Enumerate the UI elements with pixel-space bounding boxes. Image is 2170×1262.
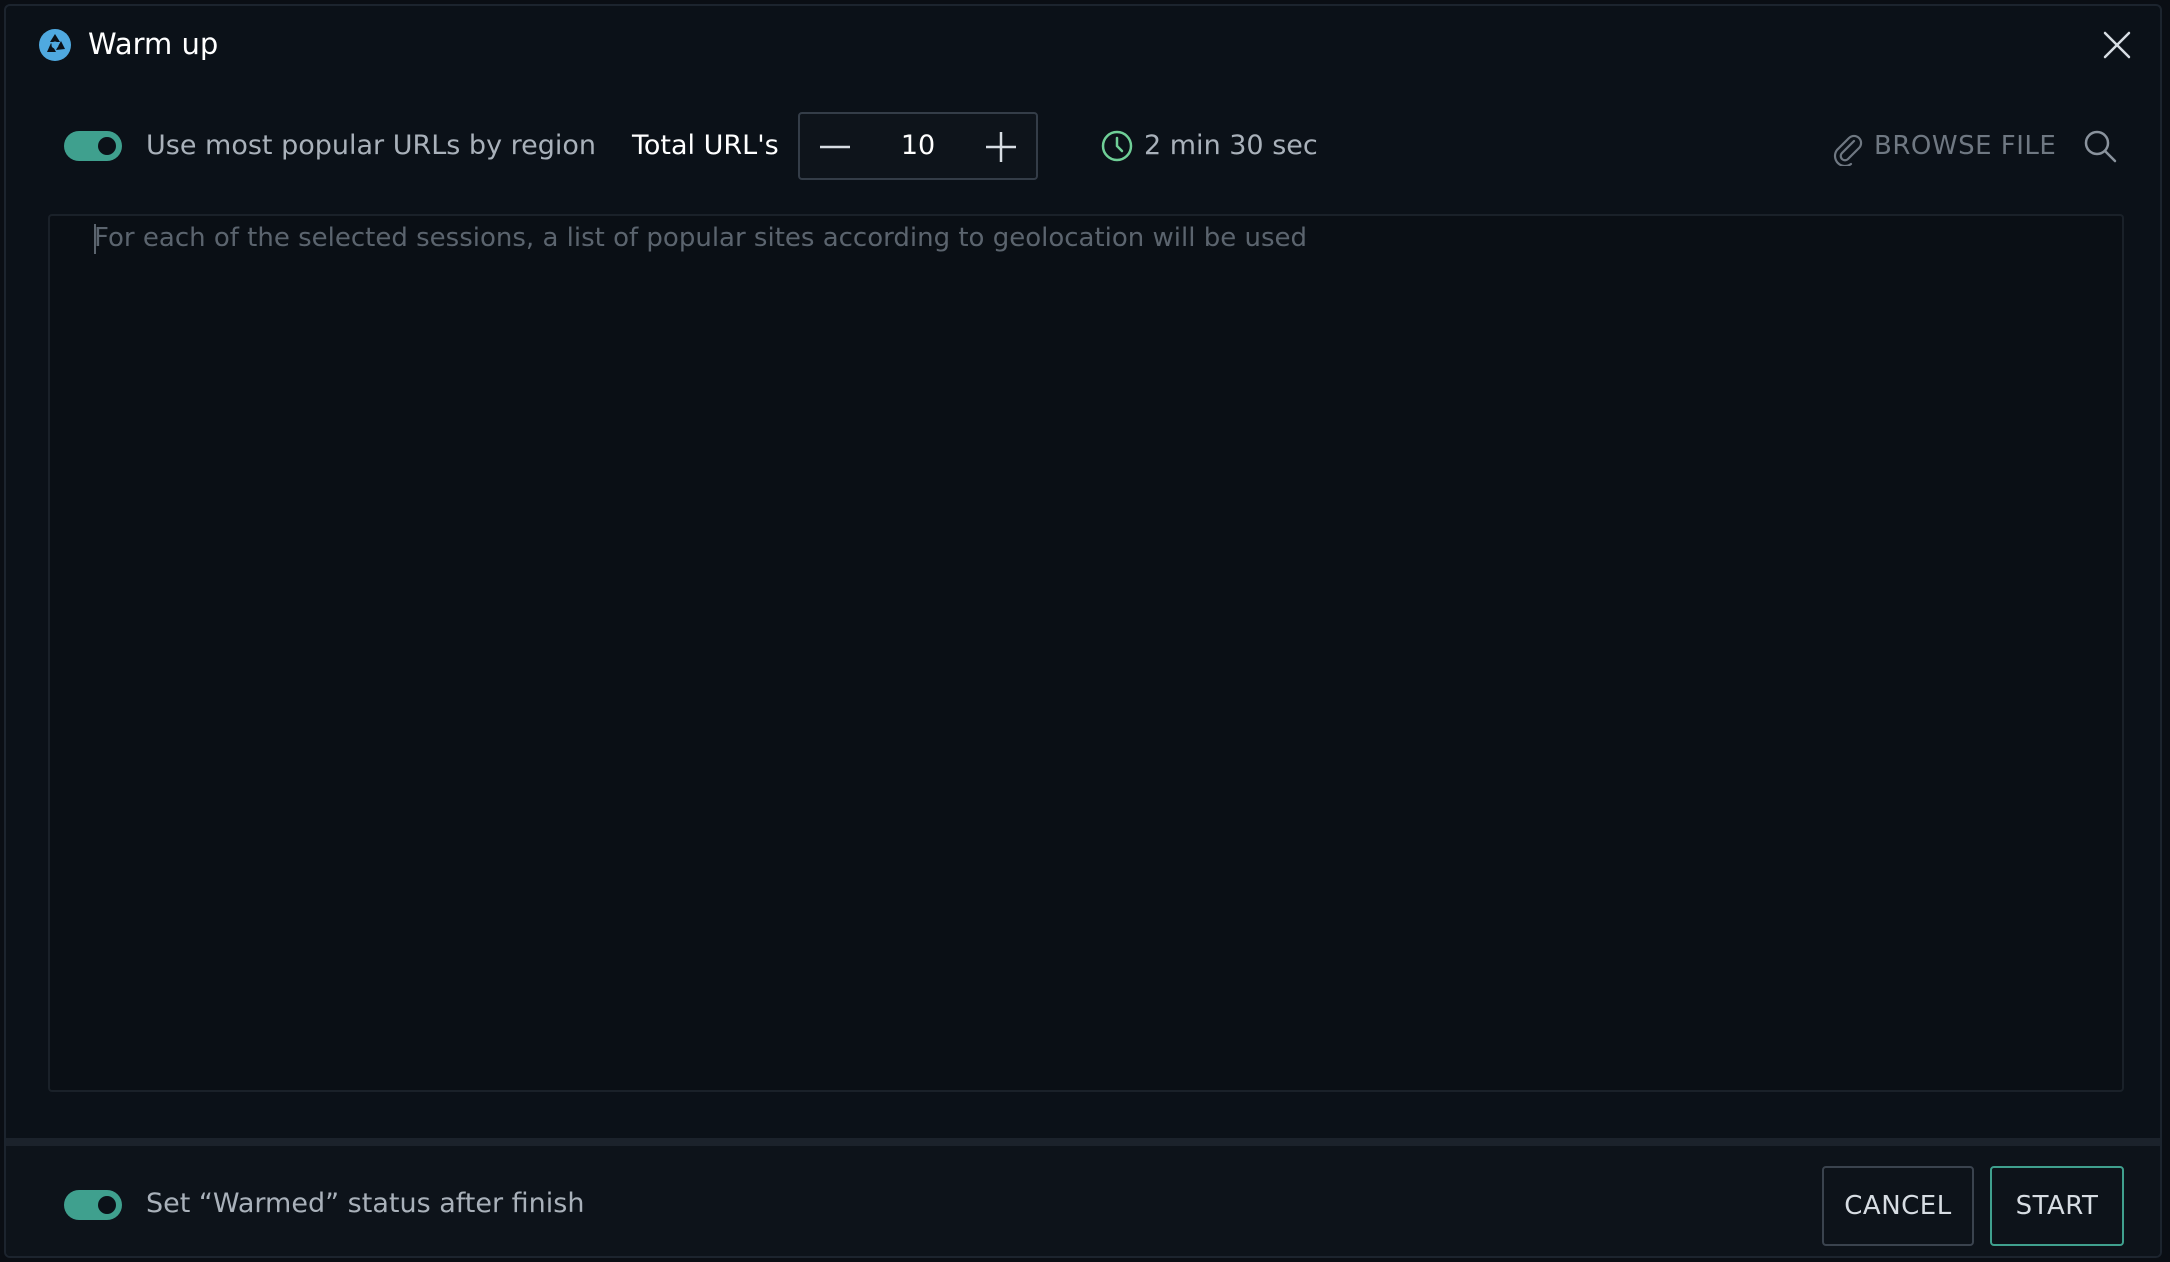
paperclip-icon — [1833, 134, 1863, 166]
toggle-knob — [98, 137, 116, 155]
title-bar: Warm up — [6, 6, 2160, 80]
total-urls-label: Total URL's — [632, 130, 779, 161]
total-urls-value[interactable]: 10 — [870, 126, 966, 166]
browse-file-label: BROWSE FILE — [1874, 131, 2057, 161]
options-toolbar: Use most popular URLs by region Total UR… — [6, 110, 2160, 182]
popular-urls-toggle[interactable] — [64, 131, 122, 161]
url-list-input[interactable] — [48, 214, 2124, 1092]
estimated-duration: 2 min 30 sec — [1144, 130, 1318, 161]
browse-file-button[interactable]: BROWSE FILE — [1828, 122, 2056, 170]
warmed-status-toggle[interactable] — [64, 1190, 122, 1220]
browser-logo-icon — [39, 29, 71, 61]
start-button[interactable]: START — [1990, 1166, 2124, 1246]
close-icon[interactable] — [2100, 28, 2134, 62]
cancel-button[interactable]: CANCEL — [1822, 1166, 1974, 1246]
popular-urls-label: Use most popular URLs by region — [146, 130, 597, 161]
clock-icon — [1101, 130, 1133, 162]
plus-icon[interactable] — [978, 124, 1024, 170]
search-icon[interactable] — [2082, 128, 2118, 164]
dialog-footer: Set “Warmed” status after finish CANCEL … — [6, 1138, 2160, 1256]
minus-icon[interactable] — [812, 124, 858, 170]
total-urls-stepper: 10 — [798, 112, 1038, 180]
dialog-title: Warm up — [88, 27, 219, 61]
warmed-status-label: Set “Warmed” status after finish — [146, 1188, 585, 1219]
warm-up-dialog: Warm up Use most popular URLs by region … — [4, 4, 2162, 1258]
toggle-knob — [98, 1196, 116, 1214]
